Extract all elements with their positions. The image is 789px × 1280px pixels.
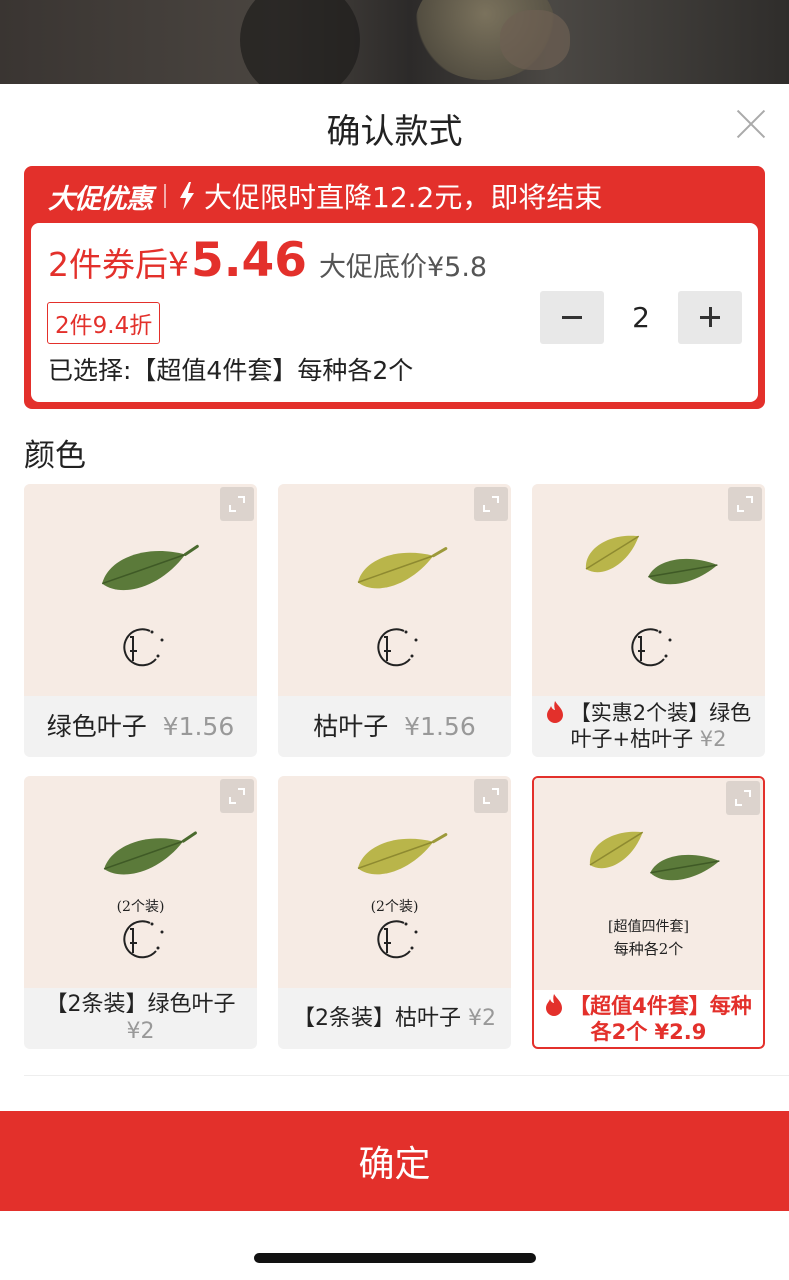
style-picker-sheet: 确认款式 大促优惠 大促限时直降12.2元，即将结束 2件券后¥ 5.46 大促… xyxy=(0,84,789,1280)
option-image xyxy=(278,484,511,696)
selected-summary: 已选择:【超值4件套】每种各2个 xyxy=(48,356,414,385)
expand-icon[interactable] xyxy=(220,487,254,521)
option-label: 【2条装】枯叶子 ¥2 xyxy=(278,988,511,1048)
background-photo xyxy=(0,0,789,84)
option-price: ¥2 xyxy=(126,1019,155,1044)
option-image xyxy=(24,484,257,696)
option-name: 【2条装】枯叶子 xyxy=(293,1005,461,1031)
price-prefix: 2件券后¥ xyxy=(48,245,189,284)
minus-icon xyxy=(562,316,582,319)
fire-icon xyxy=(546,701,563,723)
discount-badge: 2件9.4折 xyxy=(47,302,161,344)
option-label: 【实惠2个装】绿色叶子+枯叶子 ¥2 xyxy=(532,696,765,756)
decrease-button[interactable] xyxy=(540,291,604,344)
option-price: ¥2 xyxy=(699,727,727,751)
promo-panel: 大促优惠 大促限时直降12.2元，即将结束 2件券后¥ 5.46 大促底价¥5.… xyxy=(24,166,765,409)
expand-icon[interactable] xyxy=(474,487,508,521)
confirm-button[interactable]: 确定 xyxy=(0,1111,789,1211)
option-label: 绿色叶子 ¥1.56 xyxy=(24,696,257,756)
option-card[interactable]: 绿色叶子 ¥1.56 xyxy=(24,484,257,757)
option-card[interactable]: 枯叶子 ¥1.56 xyxy=(278,484,511,757)
option-price: ¥1.56 xyxy=(162,711,235,741)
option-label: 【超值4件套】每种各2个 ¥2.9 xyxy=(534,990,763,1047)
promo-tag: 大促优惠 xyxy=(48,183,153,215)
option-card-selected[interactable]: [超值四件套] 每种各2个 【超值4件套】每种各2个 ¥2.9 xyxy=(532,776,765,1049)
price-card: 2件券后¥ 5.46 大促底价¥5.8 2件9.4折 已选择:【超值4件套】每种… xyxy=(31,223,758,402)
option-name: 绿色叶子 xyxy=(46,711,147,741)
option-image xyxy=(532,484,765,696)
option-price: ¥1.56 xyxy=(404,711,476,741)
option-price: ¥2.9 xyxy=(654,1020,707,1044)
increase-button[interactable] xyxy=(678,291,742,344)
option-price: ¥2 xyxy=(468,1005,496,1031)
promo-header: 大促优惠 大促限时直降12.2元，即将结束 xyxy=(48,176,602,216)
option-card[interactable]: (2个装) 【2条装】枯叶子 ¥2 xyxy=(278,776,511,1049)
expand-icon[interactable] xyxy=(220,779,254,813)
lightning-icon xyxy=(180,182,194,210)
price-value: 5.46 xyxy=(191,233,307,288)
home-indicator[interactable] xyxy=(254,1253,536,1263)
color-section-label: 颜色 xyxy=(24,438,86,474)
image-caption: (2个装) xyxy=(370,899,419,915)
promo-separator xyxy=(164,184,166,208)
option-image: (2个装) xyxy=(24,776,257,988)
close-icon[interactable] xyxy=(735,108,767,140)
option-label: 【2条装】绿色叶子 ¥2 xyxy=(24,988,257,1048)
image-caption-line1: [超值四件套] xyxy=(608,919,689,935)
quantity-stepper: 2 xyxy=(540,291,742,344)
fire-icon xyxy=(546,994,563,1016)
option-card[interactable]: (2个装) 【2条装】绿色叶子 ¥2 xyxy=(24,776,257,1049)
option-name: 枯叶子 xyxy=(313,711,389,741)
image-caption: (2个装) xyxy=(116,899,165,915)
plus-icon-vertical xyxy=(708,307,712,327)
photo-hair xyxy=(240,0,360,84)
sheet-title: 确认款式 xyxy=(326,112,463,152)
expand-icon[interactable] xyxy=(728,487,762,521)
option-label: 枯叶子 ¥1.56 xyxy=(278,696,511,756)
option-name: 【2条装】绿色叶子 xyxy=(45,992,236,1017)
option-image: (2个装) xyxy=(278,776,511,988)
divider xyxy=(24,1075,789,1076)
expand-icon[interactable] xyxy=(474,779,508,813)
option-card[interactable]: 【实惠2个装】绿色叶子+枯叶子 ¥2 xyxy=(532,484,765,757)
price-line: 2件券后¥ 5.46 大促底价¥5.8 xyxy=(48,233,487,288)
image-caption-line2: 每种各2个 xyxy=(613,940,684,958)
option-image: [超值四件套] 每种各2个 xyxy=(534,778,763,990)
photo-hand xyxy=(500,10,570,70)
original-price: 大促底价¥5.8 xyxy=(318,252,488,283)
quantity-value[interactable]: 2 xyxy=(604,301,678,334)
promo-text: 大促限时直降12.2元，即将结束 xyxy=(204,181,603,214)
expand-icon[interactable] xyxy=(726,781,760,815)
